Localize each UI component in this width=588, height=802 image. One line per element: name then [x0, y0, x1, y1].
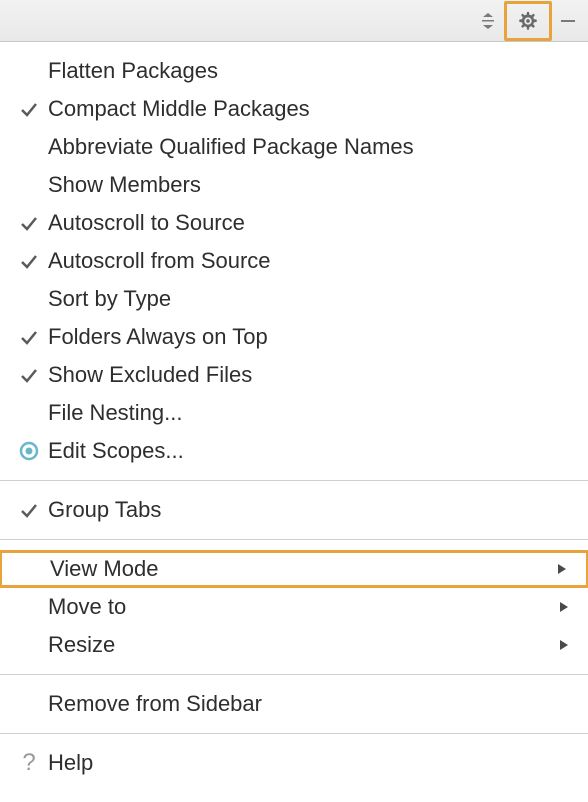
toolbar	[0, 0, 588, 42]
settings-menu: Flatten Packages Compact Middle Packages…	[0, 42, 588, 782]
submenu-arrow-icon	[546, 638, 570, 652]
menu-section: ? Help	[0, 744, 588, 782]
radio-icon	[12, 436, 46, 466]
menu-item-label: Edit Scopes...	[46, 438, 570, 464]
gear-icon[interactable]	[504, 1, 552, 41]
menu-item-sort-by-type[interactable]: Sort by Type	[0, 280, 588, 318]
menu-separator	[0, 733, 588, 734]
menu-item-remove-from-sidebar[interactable]: Remove from Sidebar	[0, 685, 588, 723]
menu-item-autoscroll-from-source[interactable]: Autoscroll from Source	[0, 242, 588, 280]
checkmark-icon	[12, 94, 46, 124]
menu-item-label: Group Tabs	[46, 497, 570, 523]
checkmark-icon	[12, 360, 46, 390]
checkmark-icon	[14, 554, 48, 584]
menu-separator	[0, 539, 588, 540]
submenu-arrow-icon	[546, 600, 570, 614]
submenu-arrow-icon	[544, 562, 568, 576]
checkmark-icon	[12, 284, 46, 314]
menu-item-label: Help	[46, 750, 570, 776]
menu-item-folders-always-on-top[interactable]: Folders Always on Top	[0, 318, 588, 356]
menu-item-label: Sort by Type	[46, 286, 570, 312]
menu-item-flatten-packages[interactable]: Flatten Packages	[0, 52, 588, 90]
menu-item-label: Move to	[46, 594, 546, 620]
menu-item-label: Autoscroll to Source	[46, 210, 570, 236]
checkmark-icon	[12, 56, 46, 86]
checkmark-icon	[12, 132, 46, 162]
checkmark-icon	[12, 322, 46, 352]
menu-item-edit-scopes[interactable]: Edit Scopes...	[0, 432, 588, 470]
menu-item-label: Flatten Packages	[46, 58, 570, 84]
menu-item-autoscroll-to-source[interactable]: Autoscroll to Source	[0, 204, 588, 242]
menu-item-show-members[interactable]: Show Members	[0, 166, 588, 204]
menu-item-label: Show Members	[46, 172, 570, 198]
menu-section: Remove from Sidebar	[0, 685, 588, 723]
menu-item-compact-middle-packages[interactable]: Compact Middle Packages	[0, 90, 588, 128]
menu-item-group-tabs[interactable]: Group Tabs	[0, 491, 588, 529]
menu-item-label: Autoscroll from Source	[46, 248, 570, 274]
help-icon: ?	[12, 748, 46, 778]
menu-section: View Mode Move to Resize	[0, 550, 588, 664]
menu-item-label: Resize	[46, 632, 546, 658]
menu-item-label: Show Excluded Files	[46, 362, 570, 388]
checkmark-icon	[12, 170, 46, 200]
menu-item-label: Compact Middle Packages	[46, 96, 570, 122]
menu-item-label: Abbreviate Qualified Package Names	[46, 134, 570, 160]
menu-item-label: File Nesting...	[46, 400, 570, 426]
menu-section: Group Tabs	[0, 491, 588, 529]
menu-item-file-nesting[interactable]: File Nesting...	[0, 394, 588, 432]
menu-item-label: Folders Always on Top	[46, 324, 570, 350]
menu-item-view-mode[interactable]: View Mode	[0, 550, 588, 588]
menu-item-resize[interactable]: Resize	[0, 626, 588, 664]
checkmark-icon	[12, 495, 46, 525]
checkmark-icon	[12, 398, 46, 428]
menu-item-show-excluded-files[interactable]: Show Excluded Files	[0, 356, 588, 394]
menu-item-label: View Mode	[48, 556, 544, 582]
menu-item-abbreviate-qualified-package-names[interactable]: Abbreviate Qualified Package Names	[0, 128, 588, 166]
menu-section: Flatten Packages Compact Middle Packages…	[0, 52, 588, 470]
checkmark-icon	[12, 689, 46, 719]
menu-item-label: Remove from Sidebar	[46, 691, 570, 717]
menu-separator	[0, 480, 588, 481]
checkmark-icon	[12, 630, 46, 660]
checkmark-icon	[12, 246, 46, 276]
checkmark-icon	[12, 208, 46, 238]
menu-item-help[interactable]: ? Help	[0, 744, 588, 782]
minimize-icon[interactable]	[552, 5, 584, 37]
collapse-icon[interactable]	[472, 5, 504, 37]
checkmark-icon	[12, 592, 46, 622]
menu-separator	[0, 674, 588, 675]
menu-item-move-to[interactable]: Move to	[0, 588, 588, 626]
